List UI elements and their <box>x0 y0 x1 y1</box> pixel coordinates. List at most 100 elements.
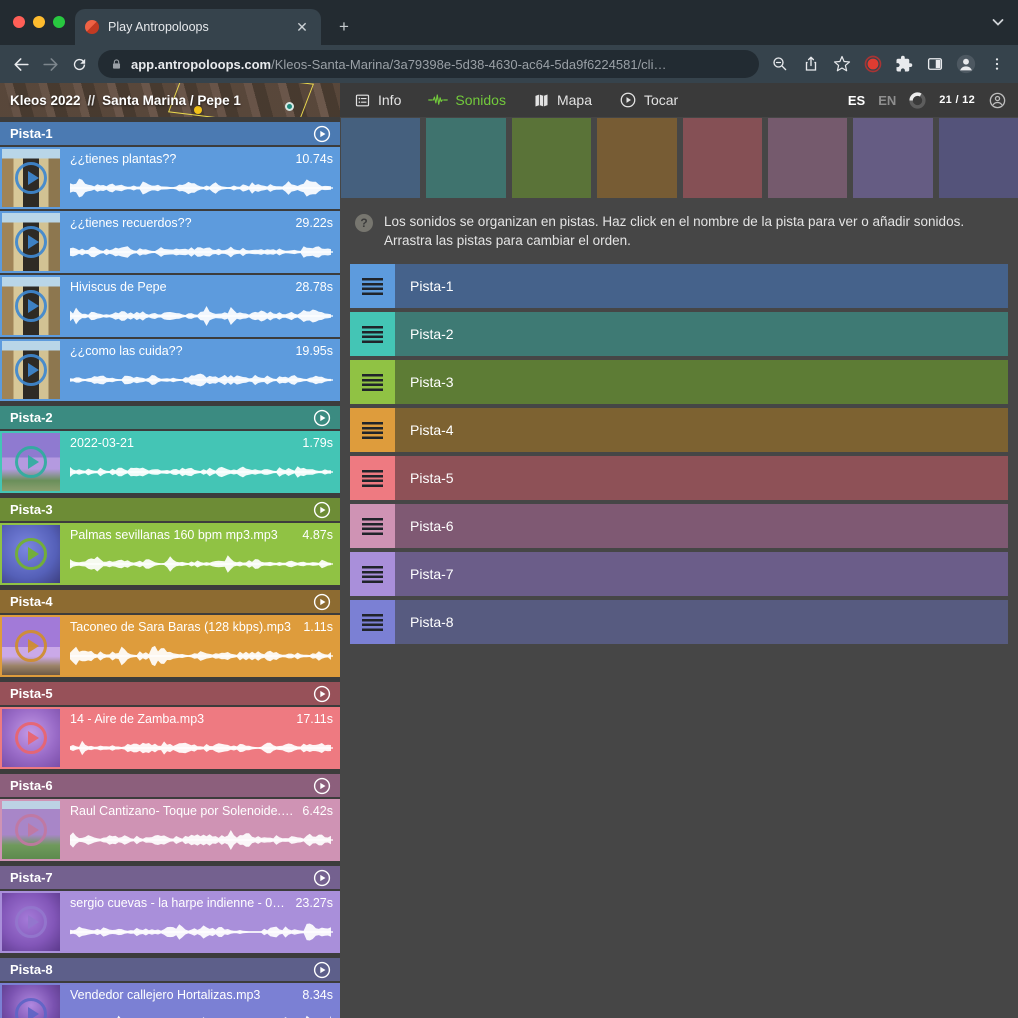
track-swatch[interactable] <box>768 118 847 198</box>
track-section-header[interactable]: Pista-3 <box>0 498 340 521</box>
track-swatch[interactable] <box>939 118 1018 198</box>
track-row[interactable]: Pista-2 <box>350 312 1008 356</box>
tab-info[interactable]: Info <box>354 92 401 109</box>
drag-handle[interactable] <box>350 552 395 596</box>
track-swatch[interactable] <box>683 118 762 198</box>
extensions-puzzle-icon[interactable] <box>889 50 918 79</box>
play-overlay-icon[interactable] <box>15 354 47 386</box>
track-section-header[interactable]: Pista-2 <box>0 406 340 429</box>
side-panel-icon[interactable] <box>920 50 949 79</box>
track-play-button[interactable] <box>313 961 331 979</box>
track-swatch[interactable] <box>512 118 591 198</box>
clip-item[interactable]: Vendedor callejero Hortalizas.mp3 8.34s <box>0 983 340 1018</box>
play-overlay-icon[interactable] <box>15 538 47 570</box>
language-en-toggle[interactable]: EN <box>878 93 896 108</box>
track-row-body[interactable]: Pista-7 <box>395 552 1008 596</box>
play-overlay-icon[interactable] <box>15 226 47 258</box>
track-section-header[interactable]: Pista-1 <box>0 122 340 145</box>
track-swatch[interactable] <box>853 118 932 198</box>
tab-search-chevron-icon[interactable] <box>990 14 1006 35</box>
help-question-icon[interactable]: ? <box>355 214 373 232</box>
language-es-toggle[interactable]: ES <box>848 93 865 108</box>
track-row-body[interactable]: Pista-8 <box>395 600 1008 644</box>
track-play-button[interactable] <box>313 593 331 611</box>
close-window-button[interactable] <box>13 16 25 28</box>
track-row-body[interactable]: Pista-4 <box>395 408 1008 452</box>
account-icon[interactable] <box>988 91 1007 110</box>
track-section-header[interactable]: Pista-5 <box>0 682 340 705</box>
play-overlay-icon[interactable] <box>15 446 47 478</box>
track-row-body[interactable]: Pista-3 <box>395 360 1008 404</box>
address-bar[interactable]: app.antropoloops.com/Kleos-Santa-Marina/… <box>98 50 759 78</box>
track-swatch[interactable] <box>597 118 676 198</box>
drag-handle[interactable] <box>350 312 395 356</box>
track-row-body[interactable]: Pista-6 <box>395 504 1008 548</box>
track-section-header[interactable]: Pista-4 <box>0 590 340 613</box>
track-row[interactable]: Pista-8 <box>350 600 1008 644</box>
track-swatch[interactable] <box>426 118 505 198</box>
track-swatch[interactable] <box>341 118 420 198</box>
track-play-button[interactable] <box>313 869 331 887</box>
play-overlay-icon[interactable] <box>15 162 47 194</box>
tab-sonidos[interactable]: Sonidos <box>428 92 506 108</box>
zoom-level-icon[interactable] <box>765 50 794 79</box>
track-row[interactable]: Pista-1 <box>350 264 1008 308</box>
reload-button[interactable] <box>65 50 94 79</box>
track-play-button[interactable] <box>313 501 331 519</box>
play-overlay-icon[interactable] <box>15 998 47 1018</box>
track-row[interactable]: Pista-5 <box>350 456 1008 500</box>
clip-item[interactable]: Hiviscus de Pepe 28.78s <box>0 275 340 337</box>
tab-close-icon[interactable]: ✕ <box>293 18 311 36</box>
track-row-body[interactable]: Pista-1 <box>395 264 1008 308</box>
clip-item[interactable]: ¿¿como las cuida?? 19.95s <box>0 339 340 401</box>
clip-item[interactable]: 14 - Aire de Zamba.mp3 17.11s <box>0 707 340 769</box>
clip-item[interactable]: 2022-03-21 1.79s <box>0 431 340 493</box>
play-overlay-icon[interactable] <box>15 722 47 754</box>
minimize-window-button[interactable] <box>33 16 45 28</box>
drag-handle[interactable] <box>350 264 395 308</box>
browser-tab[interactable]: Play Antropoloops ✕ <box>75 9 321 45</box>
breadcrumb-project[interactable]: Kleos 2022 <box>10 93 81 108</box>
drag-handle[interactable] <box>350 600 395 644</box>
track-section-header[interactable]: Pista-8 <box>0 958 340 981</box>
play-overlay-icon[interactable] <box>15 906 47 938</box>
track-play-button[interactable] <box>313 409 331 427</box>
record-extension-icon[interactable] <box>858 50 887 79</box>
track-row-body[interactable]: Pista-5 <box>395 456 1008 500</box>
track-section-header[interactable]: Pista-6 <box>0 774 340 797</box>
clip-item[interactable]: ¿¿tienes plantas?? 10.74s <box>0 147 340 209</box>
track-row[interactable]: Pista-4 <box>350 408 1008 452</box>
drag-handle[interactable] <box>350 504 395 548</box>
project-map-thumbnail[interactable]: Kleos 2022 // Santa Marina / Pepe 1 <box>0 83 340 117</box>
browser-menu-kebab-icon[interactable] <box>982 50 1011 79</box>
track-row[interactable]: Pista-3 <box>350 360 1008 404</box>
drag-handle[interactable] <box>350 456 395 500</box>
clip-item[interactable]: sergio cuevas - la harpe indienne - 03 -… <box>0 891 340 953</box>
tab-tocar[interactable]: Tocar <box>619 91 678 109</box>
clip-item[interactable]: Taconeo de Sara Baras (128 kbps).mp3 1.1… <box>0 615 340 677</box>
clip-item[interactable]: Palmas sevillanas 160 bpm mp3.mp3 4.87s <box>0 523 340 585</box>
new-tab-button[interactable]: + <box>332 15 356 39</box>
track-row[interactable]: Pista-6 <box>350 504 1008 548</box>
track-play-button[interactable] <box>313 125 331 143</box>
share-icon[interactable] <box>796 50 825 79</box>
track-play-button[interactable] <box>313 685 331 703</box>
play-overlay-icon[interactable] <box>15 630 47 662</box>
track-row-body[interactable]: Pista-2 <box>395 312 1008 356</box>
forward-button[interactable] <box>36 50 65 79</box>
drag-handle[interactable] <box>350 360 395 404</box>
back-button[interactable] <box>7 50 36 79</box>
clip-thumbnail <box>2 149 60 207</box>
tab-mapa[interactable]: Mapa <box>533 92 592 109</box>
play-overlay-icon[interactable] <box>15 290 47 322</box>
track-play-button[interactable] <box>313 777 331 795</box>
zoom-window-button[interactable] <box>53 16 65 28</box>
play-overlay-icon[interactable] <box>15 814 47 846</box>
track-section-header[interactable]: Pista-7 <box>0 866 340 889</box>
clip-item[interactable]: ¿¿tienes recuerdos?? 29.22s <box>0 211 340 273</box>
profile-avatar-icon[interactable] <box>951 50 980 79</box>
drag-handle[interactable] <box>350 408 395 452</box>
clip-item[interactable]: Raul Cantizano- Toque por Solenoide.mp3 … <box>0 799 340 861</box>
bookmark-star-icon[interactable] <box>827 50 856 79</box>
track-row[interactable]: Pista-7 <box>350 552 1008 596</box>
